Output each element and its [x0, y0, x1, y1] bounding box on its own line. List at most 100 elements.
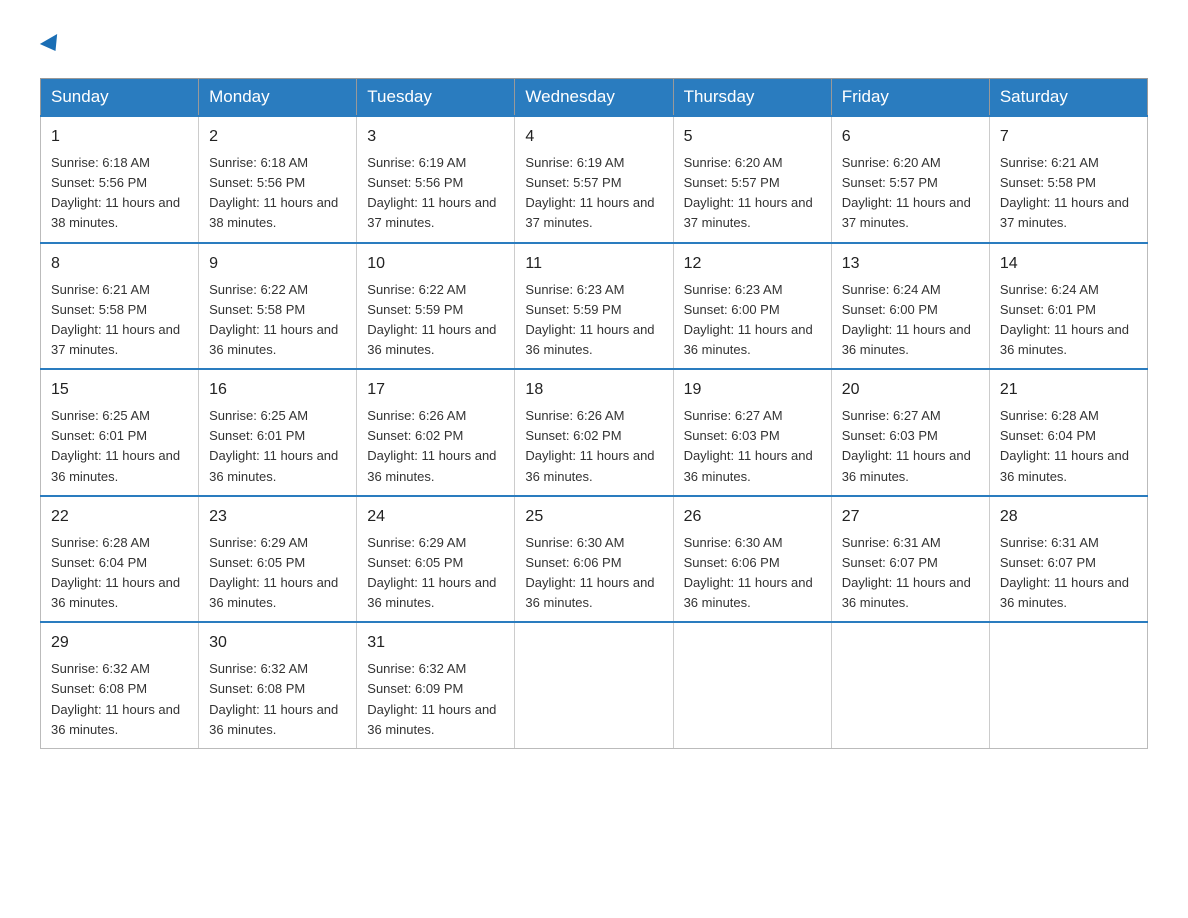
- calendar-cell: 7 Sunrise: 6:21 AMSunset: 5:58 PMDayligh…: [989, 116, 1147, 243]
- day-number: 4: [525, 125, 662, 149]
- day-number: 16: [209, 378, 346, 402]
- day-number: 30: [209, 631, 346, 655]
- day-number: 29: [51, 631, 188, 655]
- day-number: 27: [842, 505, 979, 529]
- calendar-cell: 28 Sunrise: 6:31 AMSunset: 6:07 PMDaylig…: [989, 496, 1147, 623]
- day-info: Sunrise: 6:21 AMSunset: 5:58 PMDaylight:…: [51, 282, 180, 357]
- calendar-header-sunday: Sunday: [41, 79, 199, 117]
- day-info: Sunrise: 6:18 AMSunset: 5:56 PMDaylight:…: [51, 155, 180, 230]
- day-number: 31: [367, 631, 504, 655]
- day-number: 7: [1000, 125, 1137, 149]
- calendar-cell: 4 Sunrise: 6:19 AMSunset: 5:57 PMDayligh…: [515, 116, 673, 243]
- day-number: 15: [51, 378, 188, 402]
- day-number: 24: [367, 505, 504, 529]
- calendar-cell: 26 Sunrise: 6:30 AMSunset: 6:06 PMDaylig…: [673, 496, 831, 623]
- calendar-cell: 14 Sunrise: 6:24 AMSunset: 6:01 PMDaylig…: [989, 243, 1147, 370]
- day-number: 9: [209, 252, 346, 276]
- calendar-cell: 15 Sunrise: 6:25 AMSunset: 6:01 PMDaylig…: [41, 369, 199, 496]
- day-info: Sunrise: 6:23 AMSunset: 6:00 PMDaylight:…: [684, 282, 813, 357]
- calendar-cell: 12 Sunrise: 6:23 AMSunset: 6:00 PMDaylig…: [673, 243, 831, 370]
- day-info: Sunrise: 6:31 AMSunset: 6:07 PMDaylight:…: [1000, 535, 1129, 610]
- day-info: Sunrise: 6:25 AMSunset: 6:01 PMDaylight:…: [209, 408, 338, 483]
- calendar-header-friday: Friday: [831, 79, 989, 117]
- day-info: Sunrise: 6:22 AMSunset: 5:58 PMDaylight:…: [209, 282, 338, 357]
- calendar-week-row: 15 Sunrise: 6:25 AMSunset: 6:01 PMDaylig…: [41, 369, 1148, 496]
- calendar-cell: 19 Sunrise: 6:27 AMSunset: 6:03 PMDaylig…: [673, 369, 831, 496]
- calendar-cell: 24 Sunrise: 6:29 AMSunset: 6:05 PMDaylig…: [357, 496, 515, 623]
- day-info: Sunrise: 6:30 AMSunset: 6:06 PMDaylight:…: [684, 535, 813, 610]
- calendar-cell: 2 Sunrise: 6:18 AMSunset: 5:56 PMDayligh…: [199, 116, 357, 243]
- calendar-cell: 22 Sunrise: 6:28 AMSunset: 6:04 PMDaylig…: [41, 496, 199, 623]
- logo-triangle-icon: [40, 34, 64, 56]
- calendar-week-row: 8 Sunrise: 6:21 AMSunset: 5:58 PMDayligh…: [41, 243, 1148, 370]
- day-info: Sunrise: 6:32 AMSunset: 6:09 PMDaylight:…: [367, 661, 496, 736]
- day-info: Sunrise: 6:21 AMSunset: 5:58 PMDaylight:…: [1000, 155, 1129, 230]
- calendar-cell: 30 Sunrise: 6:32 AMSunset: 6:08 PMDaylig…: [199, 622, 357, 748]
- calendar-table: SundayMondayTuesdayWednesdayThursdayFrid…: [40, 78, 1148, 749]
- day-info: Sunrise: 6:29 AMSunset: 6:05 PMDaylight:…: [209, 535, 338, 610]
- calendar-cell: [989, 622, 1147, 748]
- calendar-cell: 5 Sunrise: 6:20 AMSunset: 5:57 PMDayligh…: [673, 116, 831, 243]
- day-info: Sunrise: 6:32 AMSunset: 6:08 PMDaylight:…: [209, 661, 338, 736]
- day-number: 2: [209, 125, 346, 149]
- day-number: 10: [367, 252, 504, 276]
- day-number: 19: [684, 378, 821, 402]
- day-number: 18: [525, 378, 662, 402]
- day-number: 5: [684, 125, 821, 149]
- calendar-cell: 25 Sunrise: 6:30 AMSunset: 6:06 PMDaylig…: [515, 496, 673, 623]
- calendar-cell: 3 Sunrise: 6:19 AMSunset: 5:56 PMDayligh…: [357, 116, 515, 243]
- day-number: 28: [1000, 505, 1137, 529]
- day-info: Sunrise: 6:31 AMSunset: 6:07 PMDaylight:…: [842, 535, 971, 610]
- day-number: 20: [842, 378, 979, 402]
- logo: [40, 30, 62, 58]
- calendar-cell: 29 Sunrise: 6:32 AMSunset: 6:08 PMDaylig…: [41, 622, 199, 748]
- day-info: Sunrise: 6:26 AMSunset: 6:02 PMDaylight:…: [525, 408, 654, 483]
- day-info: Sunrise: 6:30 AMSunset: 6:06 PMDaylight:…: [525, 535, 654, 610]
- calendar-cell: 11 Sunrise: 6:23 AMSunset: 5:59 PMDaylig…: [515, 243, 673, 370]
- calendar-week-row: 1 Sunrise: 6:18 AMSunset: 5:56 PMDayligh…: [41, 116, 1148, 243]
- day-info: Sunrise: 6:18 AMSunset: 5:56 PMDaylight:…: [209, 155, 338, 230]
- day-number: 11: [525, 252, 662, 276]
- calendar-header-tuesday: Tuesday: [357, 79, 515, 117]
- day-number: 12: [684, 252, 821, 276]
- calendar-header-row: SundayMondayTuesdayWednesdayThursdayFrid…: [41, 79, 1148, 117]
- day-info: Sunrise: 6:20 AMSunset: 5:57 PMDaylight:…: [684, 155, 813, 230]
- day-number: 17: [367, 378, 504, 402]
- day-number: 1: [51, 125, 188, 149]
- day-info: Sunrise: 6:29 AMSunset: 6:05 PMDaylight:…: [367, 535, 496, 610]
- day-info: Sunrise: 6:32 AMSunset: 6:08 PMDaylight:…: [51, 661, 180, 736]
- day-info: Sunrise: 6:28 AMSunset: 6:04 PMDaylight:…: [1000, 408, 1129, 483]
- calendar-cell: 13 Sunrise: 6:24 AMSunset: 6:00 PMDaylig…: [831, 243, 989, 370]
- calendar-cell: 18 Sunrise: 6:26 AMSunset: 6:02 PMDaylig…: [515, 369, 673, 496]
- day-number: 23: [209, 505, 346, 529]
- calendar-cell: [515, 622, 673, 748]
- day-info: Sunrise: 6:23 AMSunset: 5:59 PMDaylight:…: [525, 282, 654, 357]
- day-info: Sunrise: 6:20 AMSunset: 5:57 PMDaylight:…: [842, 155, 971, 230]
- day-number: 13: [842, 252, 979, 276]
- day-info: Sunrise: 6:25 AMSunset: 6:01 PMDaylight:…: [51, 408, 180, 483]
- day-number: 25: [525, 505, 662, 529]
- day-number: 8: [51, 252, 188, 276]
- day-number: 6: [842, 125, 979, 149]
- calendar-cell: 27 Sunrise: 6:31 AMSunset: 6:07 PMDaylig…: [831, 496, 989, 623]
- calendar-week-row: 22 Sunrise: 6:28 AMSunset: 6:04 PMDaylig…: [41, 496, 1148, 623]
- day-number: 22: [51, 505, 188, 529]
- calendar-cell: 16 Sunrise: 6:25 AMSunset: 6:01 PMDaylig…: [199, 369, 357, 496]
- day-number: 14: [1000, 252, 1137, 276]
- calendar-header-wednesday: Wednesday: [515, 79, 673, 117]
- calendar-cell: 20 Sunrise: 6:27 AMSunset: 6:03 PMDaylig…: [831, 369, 989, 496]
- calendar-cell: [673, 622, 831, 748]
- calendar-cell: 9 Sunrise: 6:22 AMSunset: 5:58 PMDayligh…: [199, 243, 357, 370]
- day-info: Sunrise: 6:19 AMSunset: 5:57 PMDaylight:…: [525, 155, 654, 230]
- calendar-cell: 10 Sunrise: 6:22 AMSunset: 5:59 PMDaylig…: [357, 243, 515, 370]
- day-info: Sunrise: 6:28 AMSunset: 6:04 PMDaylight:…: [51, 535, 180, 610]
- day-info: Sunrise: 6:26 AMSunset: 6:02 PMDaylight:…: [367, 408, 496, 483]
- page-header: [40, 30, 1148, 58]
- day-info: Sunrise: 6:24 AMSunset: 6:00 PMDaylight:…: [842, 282, 971, 357]
- calendar-cell: [831, 622, 989, 748]
- day-info: Sunrise: 6:22 AMSunset: 5:59 PMDaylight:…: [367, 282, 496, 357]
- logo-top-row: [40, 30, 62, 58]
- calendar-header-thursday: Thursday: [673, 79, 831, 117]
- calendar-cell: 23 Sunrise: 6:29 AMSunset: 6:05 PMDaylig…: [199, 496, 357, 623]
- calendar-header-monday: Monday: [199, 79, 357, 117]
